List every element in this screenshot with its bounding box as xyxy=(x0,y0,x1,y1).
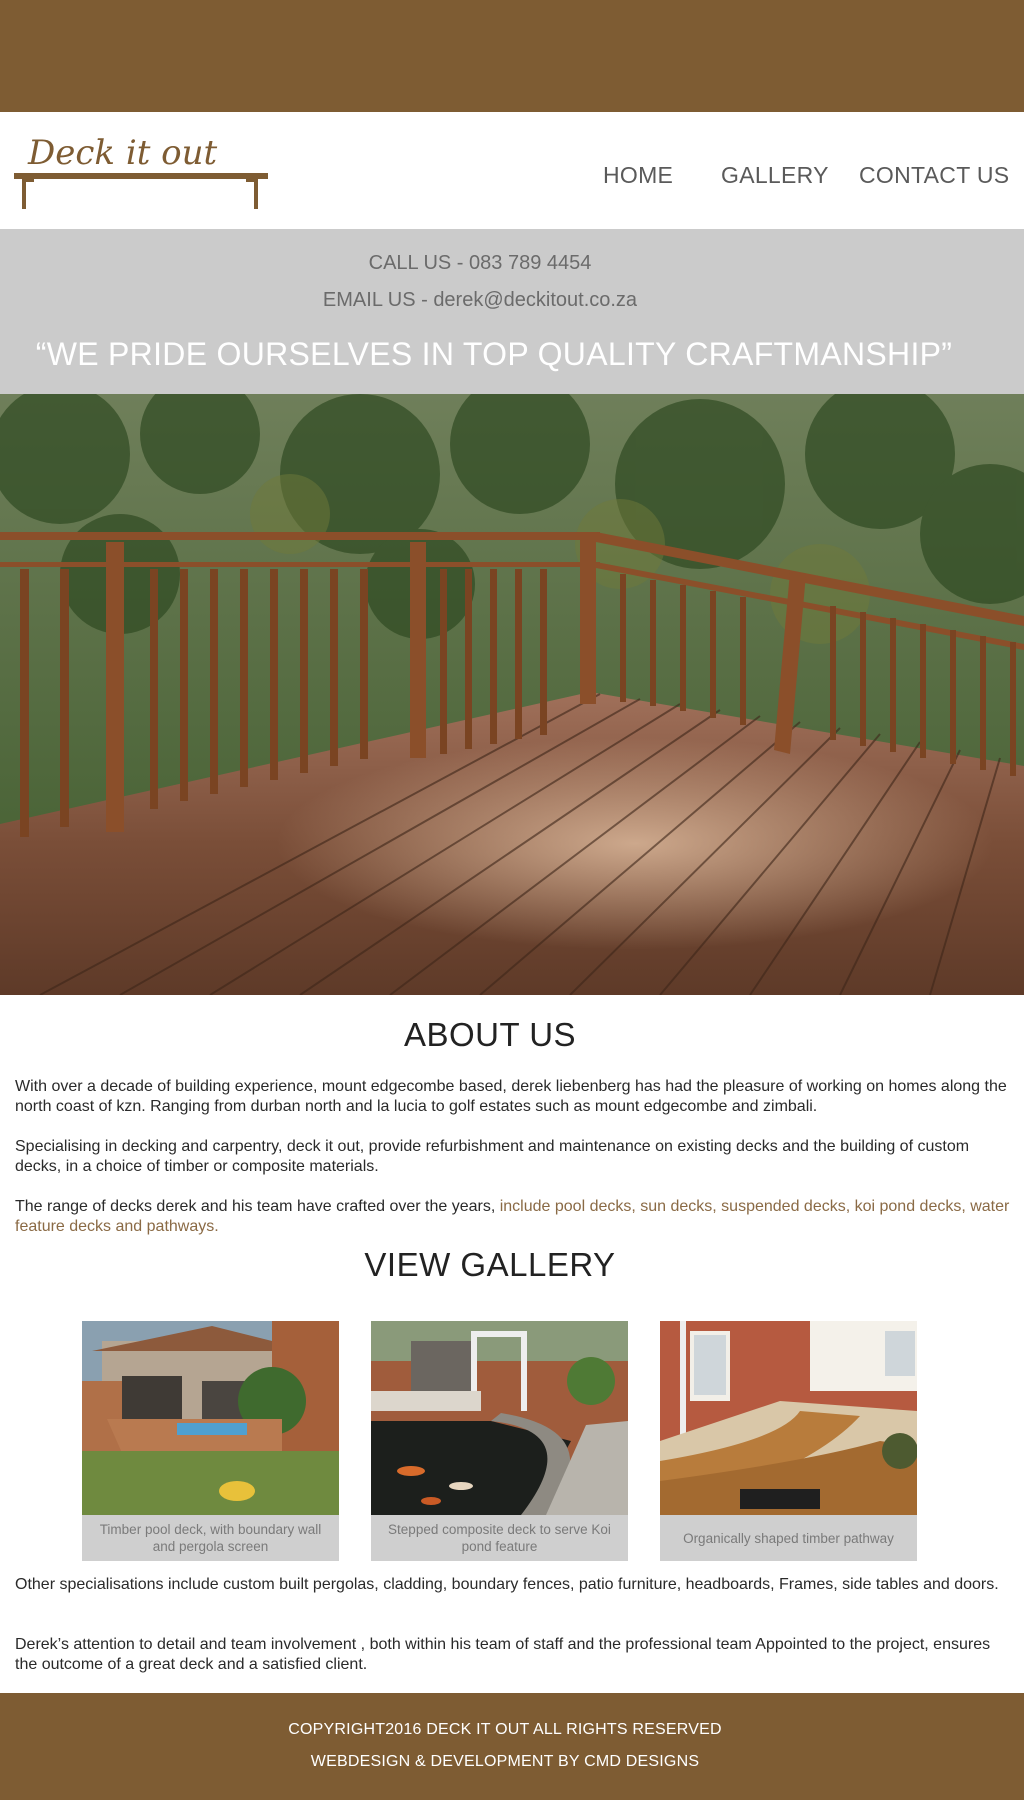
gallery-photo-pool-deck[interactable] xyxy=(82,1321,339,1515)
attention-to-detail-paragraph: Derek’s attention to detail and team inv… xyxy=(15,1636,991,1673)
gallery-photo-timber-pathway[interactable] xyxy=(660,1321,917,1515)
about-paragraph-2: Specialising in decking and carpentry, d… xyxy=(15,1138,970,1175)
gallery-photo-koi-pond-deck[interactable] xyxy=(371,1321,628,1515)
gallery-item-timber-pathway[interactable]: Organically shaped timber pathway xyxy=(660,1321,917,1561)
about-paragraph-3-text: The range of decks derek and his team ha… xyxy=(15,1198,500,1215)
nav-contact-us[interactable]: CONTACT US xyxy=(859,162,1009,189)
gallery-item-koi-pond-deck[interactable]: Stepped composite deck to serve Koi pond… xyxy=(371,1321,628,1561)
nav-home[interactable]: HOME xyxy=(603,162,673,189)
gallery-caption-koi-pond-deck: Stepped composite deck to serve Koi pond… xyxy=(371,1515,628,1561)
hero-deck-photo xyxy=(0,394,1024,995)
deck-it-out-logo[interactable]: Deck it out xyxy=(12,128,270,210)
tagline: “WE PRIDE OURSELVES IN TOP QUALITY CRAFT… xyxy=(35,336,953,372)
gallery-caption-timber-pathway: Organically shaped timber pathway xyxy=(660,1515,917,1561)
site-footer xyxy=(0,1693,1024,1800)
about-paragraph-3: The range of decks derek and his team ha… xyxy=(15,1197,1010,1237)
about-paragraph-1: With over a decade of building experienc… xyxy=(15,1078,1007,1115)
logo-graphic: Deck it out xyxy=(14,133,268,209)
call-us-text: CALL US - 083 789 4454 xyxy=(368,252,592,274)
gallery-item-pool-deck[interactable]: Timber pool deck, with boundary wall and… xyxy=(82,1321,339,1561)
specialisations-paragraph: Other specialisations include custom bui… xyxy=(15,1576,999,1593)
top-banner xyxy=(0,0,1024,112)
gallery-caption-pool-deck: Timber pool deck, with boundary wall and… xyxy=(82,1515,339,1561)
view-gallery-heading: VIEW GALLERY xyxy=(364,1246,616,1283)
logo-text: Deck it out xyxy=(27,133,218,173)
email-us-text: EMAIL US - derek@deckitout.co.za xyxy=(322,289,638,311)
nav-gallery[interactable]: GALLERY xyxy=(721,162,829,189)
about-us-heading: ABOUT US xyxy=(403,1016,577,1053)
footer-copyright: COPYRIGHT2016 DECK IT OUT ALL RIGHTS RES… xyxy=(288,1721,722,1738)
footer-credit[interactable]: WEBDESIGN & DEVELOPMENT BY CMD DESIGNS xyxy=(0,1753,1010,1771)
